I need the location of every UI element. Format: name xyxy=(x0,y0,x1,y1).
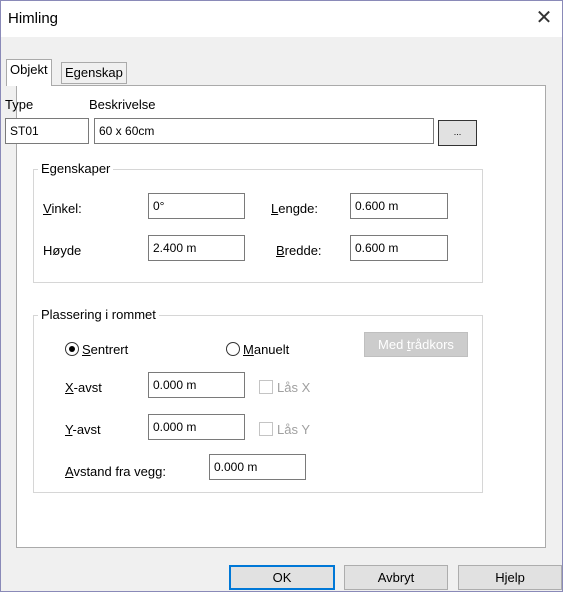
hjelp-button[interactable]: Hjelp xyxy=(458,565,562,590)
avbryt-button[interactable]: Avbryt xyxy=(344,565,448,590)
dialog-window: Himling ✕ Objekt Egenskap Type Beskrivel… xyxy=(0,0,563,592)
sentrert-radio[interactable] xyxy=(65,342,79,356)
browse-button[interactable]: ... xyxy=(438,120,477,146)
window-title: Himling xyxy=(8,10,59,27)
type-label: Type xyxy=(5,97,34,112)
las-x-checkbox[interactable] xyxy=(259,380,273,394)
lengde-label: Lengde: xyxy=(271,201,318,216)
close-icon[interactable]: ✕ xyxy=(531,5,557,31)
las-x-label: Lås X xyxy=(277,380,311,395)
las-y-label: Lås Y xyxy=(277,422,311,437)
med-tradkors-button[interactable]: Med trådkors xyxy=(364,332,468,357)
manuelt-label[interactable]: Manuelt xyxy=(243,342,289,357)
tab-egenskap[interactable]: Egenskap xyxy=(61,62,127,84)
vinkel-label: Vinkel: xyxy=(43,201,82,216)
hoyde-label: Høyde xyxy=(43,243,82,258)
x-avst-field[interactable]: 0.000 m xyxy=(148,372,245,398)
bredde-label: Bredde: xyxy=(276,243,322,258)
plassering-title: Plassering i rommet xyxy=(38,307,159,322)
las-y-checkbox[interactable] xyxy=(259,422,273,436)
avstand-field[interactable]: 0.000 m xyxy=(209,454,306,480)
y-avst-label: Y-avst xyxy=(65,422,101,437)
title-bar: Himling ✕ xyxy=(1,1,562,37)
description-label: Beskrivelse xyxy=(89,97,156,112)
type-field[interactable]: ST01 xyxy=(5,118,89,144)
tab-objekt[interactable]: Objekt xyxy=(6,59,52,86)
avstand-label: Avstand fra vegg: xyxy=(65,464,166,479)
lengde-field[interactable]: 0.600 m xyxy=(350,193,448,219)
manuelt-radio[interactable] xyxy=(226,342,240,356)
vinkel-field[interactable]: 0° xyxy=(148,193,245,219)
hoyde-field[interactable]: 2.400 m xyxy=(148,235,245,261)
description-field[interactable]: 60 x 60cm xyxy=(94,118,434,144)
egenskaper-title: Egenskaper xyxy=(38,161,114,176)
y-avst-field[interactable]: 0.000 m xyxy=(148,414,245,440)
x-avst-label: X-avst xyxy=(65,380,102,395)
egenskaper-group: Egenskaper xyxy=(33,161,483,283)
sentrert-label[interactable]: Sentrert xyxy=(82,342,128,357)
bredde-field[interactable]: 0.600 m xyxy=(350,235,448,261)
ok-button[interactable]: OK xyxy=(229,565,335,590)
